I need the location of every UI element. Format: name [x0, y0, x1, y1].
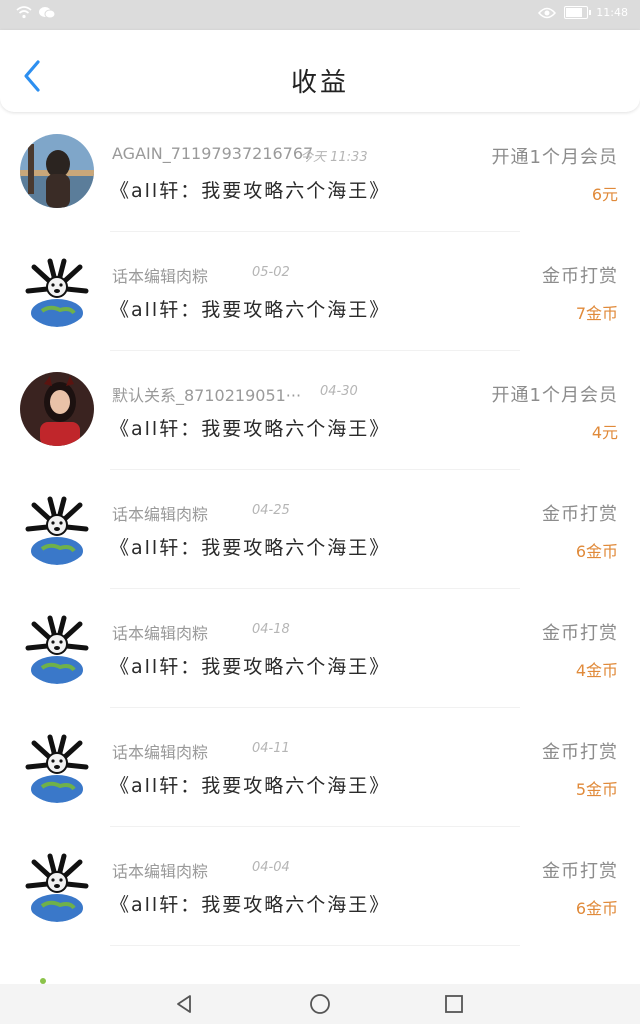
status-time: 11:48: [596, 6, 628, 19]
timestamp: 04-25: [252, 503, 290, 518]
user-name: 默认关系_8710219051···: [112, 386, 302, 405]
back-triangle-icon: [177, 995, 191, 1013]
list-item[interactable]: 话本编辑肉粽 05-02 《all轩：我要攻略六个海王》 金币打赏 7金币: [0, 232, 640, 351]
list-item[interactable]: 话本编辑肉粽 04-04 《all轩：我要攻略六个海王》 金币打赏 6金币: [0, 827, 640, 946]
recent-square-icon: [445, 995, 463, 1013]
header: 收益: [0, 30, 640, 112]
user-name: 话本编辑肉粽: [112, 862, 209, 881]
earnings-list: AGAIN_711979372167​67 今天 11:33 《all轩：我要攻…: [0, 113, 640, 946]
wifi-icon: [16, 6, 32, 19]
timestamp: 04-11: [252, 741, 290, 756]
list-item[interactable]: 话本编辑肉粽 04-25 《all轩：我要攻略六个海王》 金币打赏 6金币: [0, 470, 640, 589]
wechat-icon: [38, 6, 56, 19]
earning-type: 金币打赏: [542, 742, 618, 763]
earning-amount: 7金币: [575, 304, 618, 323]
earning-type: 金币打赏: [542, 266, 618, 287]
page-title: 收益: [290, 68, 349, 98]
system-nav-bar: [0, 984, 640, 1024]
nav-recent-button[interactable]: [442, 992, 466, 1016]
timestamp: 今天 11:33: [300, 150, 368, 165]
list-item[interactable]: 话本编辑肉粽 04-18 《all轩：我要攻略六个海王》 金币打赏 4金币: [0, 589, 640, 708]
meme-earth-avatar[interactable]: [20, 848, 94, 922]
earning-type: 金币打赏: [542, 861, 618, 882]
timestamp: 04-30: [320, 384, 358, 399]
meme-earth-avatar[interactable]: [20, 491, 94, 565]
earning-type: 开通1个月会员: [491, 385, 618, 406]
earning-amount: 4元: [591, 423, 618, 442]
earning-amount: 6金币: [575, 542, 618, 561]
home-circle-icon: [310, 994, 330, 1014]
earning-amount: 6元: [591, 185, 618, 204]
timestamp: 04-18: [252, 622, 290, 637]
earning-type: 金币打赏: [542, 623, 618, 644]
book-title: 《all轩：我要攻略六个海王》: [110, 418, 391, 440]
timestamp: 05-02: [252, 265, 290, 280]
status-bar: 11:48: [0, 0, 640, 30]
battery-icon: [564, 6, 592, 19]
list-item[interactable]: 默认关系_8710219051··· 04-30 《all轩：我要攻略六个海王》…: [0, 351, 640, 470]
photo-girl-avatar[interactable]: [20, 372, 94, 446]
earning-amount: 4金币: [575, 661, 618, 680]
earning-type: 金币打赏: [542, 504, 618, 525]
meme-earth-avatar[interactable]: [20, 610, 94, 684]
user-name: 话本编辑肉粽: [112, 505, 209, 524]
book-title: 《all轩：我要攻略六个海王》: [110, 656, 391, 678]
list-item-partial[interactable]: [0, 968, 640, 984]
list-item[interactable]: AGAIN_711979372167​67 今天 11:33 《all轩：我要攻…: [0, 113, 640, 232]
earning-amount: 5金币: [575, 780, 618, 799]
meme-earth-avatar[interactable]: [20, 729, 94, 803]
nav-back-button[interactable]: [172, 992, 196, 1016]
book-title: 《all轩：我要攻略六个海王》: [110, 180, 391, 202]
earning-type: 开通1个月会员: [491, 147, 618, 168]
user-name: AGAIN_711979372167​67: [112, 144, 314, 163]
user-name: 话本编辑肉粽: [112, 624, 209, 643]
book-title: 《all轩：我要攻略六个海王》: [110, 537, 391, 559]
nav-home-button[interactable]: [308, 992, 332, 1016]
earning-amount: 6金币: [575, 899, 618, 918]
book-title: 《all轩：我要攻略六个海王》: [110, 894, 391, 916]
book-title: 《all轩：我要攻略六个海王》: [110, 299, 391, 321]
timestamp: 04-04: [252, 860, 290, 875]
user-name: 话本编辑肉粽: [112, 743, 209, 762]
user-name: 话本编辑肉粽: [112, 267, 209, 286]
eye-icon: [538, 7, 557, 19]
meme-earth-avatar[interactable]: [20, 253, 94, 327]
book-title: 《all轩：我要攻略六个海王》: [110, 775, 391, 797]
list-item[interactable]: 话本编辑肉粽 04-11 《all轩：我要攻略六个海王》 金币打赏 5金币: [0, 708, 640, 827]
photo-woman-avatar[interactable]: [20, 134, 94, 208]
